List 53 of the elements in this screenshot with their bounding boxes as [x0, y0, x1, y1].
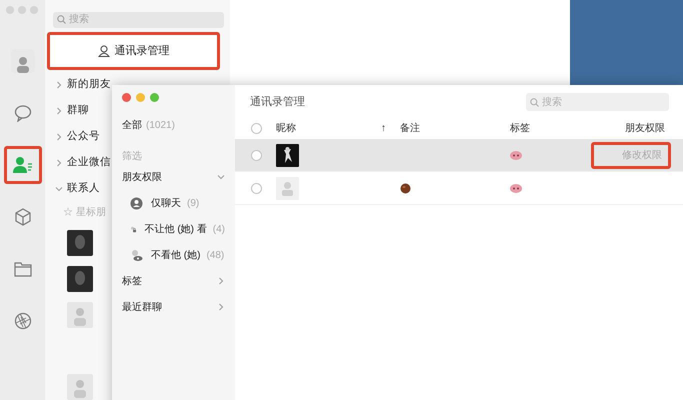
pig-face-icon: [510, 184, 522, 192]
chevron-icon: [55, 107, 63, 115]
minimize-button[interactable]: [136, 93, 145, 102]
chevron-icon: [55, 133, 63, 141]
search-icon: [530, 98, 539, 106]
filter-section[interactable]: 最近群聊: [122, 294, 225, 320]
column-header[interactable]: 标签: [510, 120, 570, 136]
count-label: (48): [206, 248, 224, 262]
select-radio[interactable]: [251, 150, 262, 160]
chevron-icon: [55, 81, 63, 89]
cube-icon[interactable]: [14, 208, 32, 226]
zoom-button[interactable]: [150, 93, 159, 102]
filter-item[interactable]: 不看他 (她) (48): [122, 242, 225, 268]
manage-contacts-button[interactable]: 通讯录管理: [47, 32, 220, 70]
filter-section[interactable]: 标签: [122, 268, 225, 294]
contact-row[interactable]: [235, 172, 683, 205]
select-radio[interactable]: [251, 182, 262, 194]
chevron-icon: [217, 173, 225, 181]
column-header[interactable]: 备注: [400, 120, 510, 136]
contact-group[interactable]: 企业微信: [53, 150, 111, 176]
count-label: (9): [187, 196, 200, 210]
contact-group[interactable]: 公众号: [53, 124, 100, 150]
select-radio[interactable]: [251, 122, 262, 134]
chevron-icon: [217, 277, 225, 285]
pig-face-icon: [510, 150, 522, 160]
close-button[interactable]: [122, 93, 131, 102]
filter-section[interactable]: 朋友权限: [122, 164, 225, 190]
filter-heading: 筛选: [122, 150, 143, 164]
default-avatar-icon: [276, 176, 299, 200]
chevron-icon: [55, 185, 63, 193]
filter-item[interactable]: 不让他 (她) 看 (4): [122, 216, 225, 242]
person-icon: [98, 44, 110, 57]
count-label: (1021): [146, 119, 175, 133]
chevron-icon: [217, 303, 225, 311]
search-icon: [57, 15, 66, 24]
sort-indicator[interactable]: ↑: [381, 120, 386, 136]
count-label: (4): [212, 222, 225, 236]
column-header[interactable]: 昵称: [276, 120, 296, 136]
ball-icon: [400, 182, 411, 194]
chevron-icon: [55, 159, 63, 167]
filter-item[interactable]: 仅聊天 (9): [122, 190, 225, 216]
contact-group[interactable]: 群聊: [53, 98, 89, 124]
all-contacts-item[interactable]: 全部 (1021): [122, 118, 225, 133]
contacts-icon[interactable]: [12, 156, 32, 174]
contact-group[interactable]: 新的朋友: [53, 72, 111, 98]
contact-group[interactable]: 联系人: [53, 176, 100, 202]
person-circle-icon: [130, 196, 143, 210]
aperture-icon[interactable]: [14, 312, 32, 330]
chat-bubble-icon[interactable]: [14, 104, 32, 122]
folder-icon[interactable]: [14, 261, 32, 277]
person-eye-icon: [130, 248, 143, 262]
column-header[interactable]: 朋友权限: [570, 120, 667, 136]
window-title: 通讯录管理: [250, 94, 305, 110]
